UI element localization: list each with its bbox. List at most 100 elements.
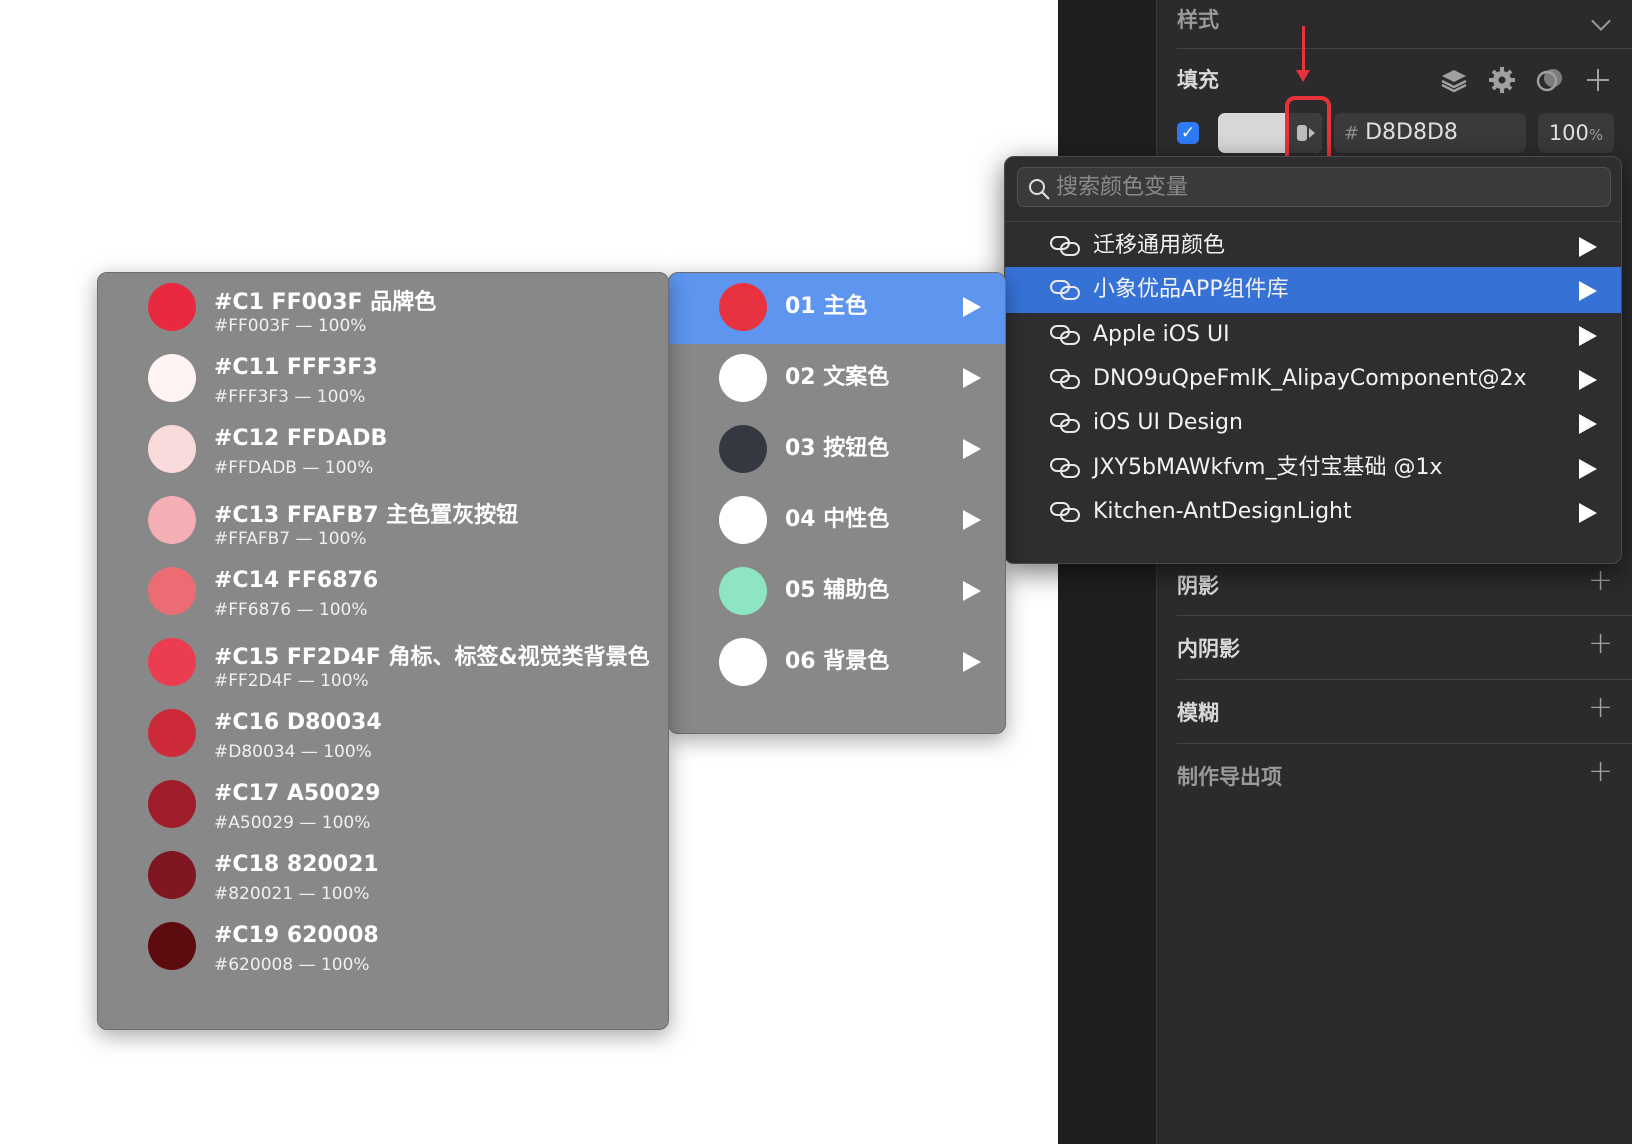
blur-section: 模糊 +: [1177, 693, 1632, 727]
color-dot: [148, 283, 196, 331]
annotation-arrow: [1302, 26, 1305, 74]
category-item[interactable]: 02 文案色: [669, 341, 1005, 415]
category-item[interactable]: 03 按钮色: [669, 412, 1005, 486]
blur-title: 模糊: [1177, 701, 1219, 725]
color-variable-menu: 搜索颜色变量 迁移通用颜色小象优品APP组件库 Apple iOS UI DNO9u…: [1004, 156, 1622, 564]
library-item-label: Kitchen-AntDesignLight: [1093, 498, 1352, 524]
library-item-label: 小象优品APP组件库: [1093, 277, 1289, 303]
color-dot: [719, 354, 767, 402]
category-item[interactable]: 05 辅助色: [669, 554, 1005, 628]
opacity-input[interactable]: 100%: [1538, 113, 1614, 153]
export-title: 制作导出项: [1177, 765, 1282, 789]
color-variable-item[interactable]: #C14 FF6876 #FF6876 — 100%: [98, 554, 668, 628]
color-variable-item[interactable]: #C19 620008 #620008 — 100%: [98, 909, 668, 983]
color-variable-name: #C16 D80034: [214, 710, 382, 735]
color-dot: [148, 425, 196, 473]
gear-icon[interactable]: [1488, 66, 1516, 94]
color-variable-item[interactable]: #C13 FFAFB7 主色置灰按钮 #FFAFB7 — 100%: [98, 483, 668, 557]
color-variable-item[interactable]: #C1 FF003F 品牌色 #FF003F — 100%: [98, 273, 668, 344]
fill-enabled-checkbox[interactable]: ✓: [1177, 122, 1199, 144]
color-variable-name: #C18 820021: [214, 852, 379, 877]
library-item[interactable]: Apple iOS UI: [1005, 312, 1621, 358]
link-icon: [1049, 368, 1081, 390]
color-variable-name: #C1 FF003F 品牌色: [214, 290, 437, 315]
add-inner-shadow-icon[interactable]: +: [1588, 629, 1613, 659]
fill-actions: [1440, 66, 1612, 96]
search-icon: [1028, 178, 1050, 200]
color-variable-name: #C19 620008: [214, 923, 379, 948]
blend-mode-icon[interactable]: [1536, 66, 1564, 94]
color-variable-item[interactable]: #C11 FFF3F3 #FFF3F3 — 100%: [98, 341, 668, 415]
link-icon: [1049, 501, 1081, 523]
color-dot: [148, 851, 196, 899]
library-item-label: JXY5bMAWkfvm_支付宝基础 @1x: [1093, 454, 1443, 480]
submenu-arrow-icon: [963, 652, 981, 672]
color-variable-detail: #FF2D4F — 100%: [214, 671, 369, 691]
library-item[interactable]: JXY5bMAWkfvm_支付宝基础 @1x: [1005, 445, 1621, 491]
category-item[interactable]: 06 背景色: [669, 625, 1005, 699]
library-item-label: 迁移通用颜色: [1093, 233, 1226, 258]
color-dot: [719, 496, 767, 544]
color-variable-detail: #FF6876 — 100%: [214, 600, 368, 620]
shadow-title: 阴影: [1177, 574, 1219, 598]
category-item[interactable]: 04 中性色: [669, 483, 1005, 557]
library-item[interactable]: iOS UI Design: [1005, 400, 1621, 446]
color-variable-item[interactable]: #C12 FFDADB #FFDADB — 100%: [98, 412, 668, 486]
export-section: 制作导出项 +: [1177, 757, 1632, 791]
submenu-arrow-icon: [1579, 369, 1597, 390]
opacity-unit: %: [1588, 126, 1604, 144]
color-variable-name: #C15 FF2D4F 角标、标签&视觉类背景色: [214, 645, 650, 670]
variable-search-input[interactable]: 搜索颜色变量: [1017, 167, 1611, 207]
color-variable-item[interactable]: #C17 A50029 #A50029 — 100%: [98, 767, 668, 841]
category-label: 02 文案色: [785, 365, 890, 390]
submenu-arrow-icon: [1579, 502, 1597, 523]
divider: [1177, 615, 1632, 616]
category-label: 06 背景色: [785, 649, 890, 674]
library-item-label: DNO9uQpeFmlK_AlipayComponent@2x: [1093, 365, 1527, 391]
add-shadow-icon[interactable]: +: [1588, 566, 1613, 596]
color-dot: [148, 354, 196, 402]
color-variable-name: #C17 A50029: [214, 781, 381, 806]
library-item[interactable]: 小象优品APP组件库: [1005, 267, 1621, 314]
library-item[interactable]: DNO9uQpeFmlK_AlipayComponent@2x: [1005, 356, 1621, 402]
hex-value: D8D8D8: [1365, 120, 1458, 145]
inner-shadow-section: 内阴影 +: [1177, 629, 1632, 663]
color-variable-name: #C12 FFDADB: [214, 426, 388, 451]
submenu-arrow-icon: [963, 581, 981, 601]
submenu-arrow-icon: [1579, 325, 1597, 346]
layers-icon[interactable]: [1440, 66, 1468, 94]
add-fill-icon[interactable]: [1584, 66, 1612, 94]
fill-title: 填充: [1177, 68, 1219, 92]
submenu-arrow-icon: [1579, 237, 1597, 257]
add-export-icon[interactable]: +: [1588, 757, 1613, 787]
color-dot: [148, 709, 196, 757]
library-item[interactable]: Kitchen-AntDesignLight: [1005, 489, 1621, 535]
color-variable-item[interactable]: #C18 820021 #820021 — 100%: [98, 838, 668, 912]
opacity-value: 100: [1548, 121, 1589, 145]
category-label: 03 按钮色: [785, 436, 890, 461]
library-item-label: iOS UI Design: [1093, 410, 1243, 436]
color-variable-name: #C14 FF6876: [214, 568, 379, 593]
color-variable-detail: #FFAFB7 — 100%: [214, 529, 367, 549]
color-dot: [148, 567, 196, 615]
color-variable-detail: #A50029 — 100%: [214, 813, 371, 833]
submenu-arrow-icon: [963, 439, 981, 459]
color-variable-item[interactable]: #C15 FF2D4F 角标、标签&视觉类背景色 #FF2D4F — 100%: [98, 625, 668, 699]
link-icon: [1049, 235, 1081, 257]
chevron-down-icon[interactable]: [1591, 11, 1611, 31]
style-section-header[interactable]: 样式: [1177, 4, 1632, 34]
library-item[interactable]: 迁移通用颜色: [1005, 223, 1621, 269]
color-dot: [719, 283, 767, 331]
link-icon: [1049, 412, 1081, 434]
divider: [1005, 221, 1621, 222]
hex-input[interactable]: # D8D8D8: [1334, 113, 1526, 153]
color-variable-name: #C13 FFAFB7 主色置灰按钮: [214, 503, 519, 528]
color-dot: [719, 567, 767, 615]
color-dot: [719, 638, 767, 686]
category-item[interactable]: 01 主色: [669, 273, 1005, 344]
color-variable-detail: #FF003F — 100%: [214, 316, 367, 336]
library-item-label: Apple iOS UI: [1093, 321, 1230, 347]
hex-prefix: #: [1344, 123, 1360, 144]
add-blur-icon[interactable]: +: [1588, 693, 1613, 723]
color-variable-item[interactable]: #C16 D80034 #D80034 — 100%: [98, 696, 668, 770]
